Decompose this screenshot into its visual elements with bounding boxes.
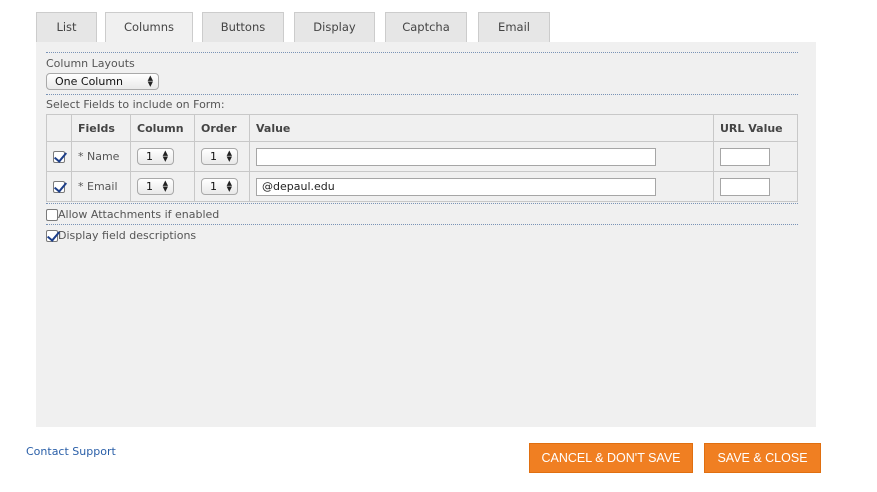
tab-display[interactable]: Display <box>294 12 375 42</box>
field-name-label: * Name <box>71 141 131 172</box>
fields-table: Fields Column Order Value URL Value * Na… <box>46 114 798 202</box>
email-column-value: 1 <box>146 180 153 193</box>
divider <box>46 52 798 53</box>
include-name-checkbox[interactable] <box>53 151 65 163</box>
select-arrows-icon: ▲ ▼ <box>147 74 153 88</box>
display-descriptions-option: Display field descriptions <box>46 229 196 243</box>
divider <box>46 224 798 225</box>
name-column-select[interactable]: 1 ▲ ▼ <box>137 148 174 165</box>
select-arrows-icon: ▲ ▼ <box>162 149 168 163</box>
select-arrows-icon: ▲ ▼ <box>226 149 232 163</box>
tab-email[interactable]: Email <box>478 12 550 42</box>
url-value-cell <box>713 141 798 172</box>
email-order-value: 1 <box>210 180 217 193</box>
allow-attachments-label: Allow Attachments if enabled <box>58 208 220 221</box>
table-row: * Email 1 ▲ ▼ 1 ▲ ▼ <box>46 171 798 202</box>
row-check-cell <box>46 171 72 202</box>
include-email-checkbox[interactable] <box>53 181 65 193</box>
select-arrows-icon: ▲ ▼ <box>226 179 232 193</box>
name-url-value-input[interactable] <box>720 147 770 166</box>
name-order-select[interactable]: 1 ▲ ▼ <box>201 148 238 165</box>
email-order-select[interactable]: 1 ▲ ▼ <box>201 178 238 195</box>
name-column-value: 1 <box>146 150 153 163</box>
tab-captcha[interactable]: Captcha <box>385 12 467 42</box>
column-layouts-label: Column Layouts <box>46 57 135 70</box>
email-column-select[interactable]: 1 ▲ ▼ <box>137 178 174 195</box>
allow-attachments-option: Allow Attachments if enabled <box>46 208 219 222</box>
allow-attachments-checkbox[interactable] <box>46 209 58 221</box>
tab-columns[interactable]: Columns <box>105 12 193 43</box>
value-cell <box>249 141 714 172</box>
row-check-cell <box>46 141 72 172</box>
header-fields: Fields <box>71 114 131 142</box>
value-cell <box>249 171 714 202</box>
field-email-label: * Email <box>71 171 131 202</box>
column-layout-value: One Column <box>55 75 124 88</box>
email-url-value-input[interactable] <box>720 177 770 196</box>
email-value-input[interactable] <box>256 177 656 196</box>
header-value: Value <box>249 114 714 142</box>
columns-panel: Column Layouts One Column ▲ ▼ Select Fiel… <box>36 42 816 427</box>
order-cell: 1 ▲ ▼ <box>194 171 250 202</box>
name-order-value: 1 <box>210 150 217 163</box>
column-cell: 1 ▲ ▼ <box>130 171 195 202</box>
header-order: Order <box>194 114 250 142</box>
table-row: * Name 1 ▲ ▼ 1 ▲ ▼ <box>46 141 798 172</box>
header-column: Column <box>130 114 195 142</box>
select-arrows-icon: ▲ ▼ <box>162 179 168 193</box>
display-descriptions-label: Display field descriptions <box>58 229 197 242</box>
tab-list[interactable]: List <box>36 12 97 42</box>
save-close-button[interactable]: SAVE & CLOSE <box>704 443 821 473</box>
table-header-row: Fields Column Order Value URL Value <box>46 114 798 142</box>
divider <box>46 94 798 95</box>
header-url-value: URL Value <box>713 114 798 142</box>
tab-buttons[interactable]: Buttons <box>202 12 284 42</box>
name-value-input[interactable] <box>256 147 656 166</box>
cancel-button[interactable]: CANCEL & DON'T SAVE <box>529 443 693 473</box>
select-fields-label: Select Fields to include on Form: <box>46 98 225 111</box>
order-cell: 1 ▲ ▼ <box>194 141 250 172</box>
header-check <box>46 114 72 142</box>
column-layout-select[interactable]: One Column ▲ ▼ <box>46 73 159 90</box>
url-value-cell <box>713 171 798 202</box>
contact-support-link[interactable]: Contact Support <box>26 445 116 458</box>
column-cell: 1 ▲ ▼ <box>130 141 195 172</box>
display-descriptions-checkbox[interactable] <box>46 230 58 242</box>
divider <box>46 203 798 204</box>
